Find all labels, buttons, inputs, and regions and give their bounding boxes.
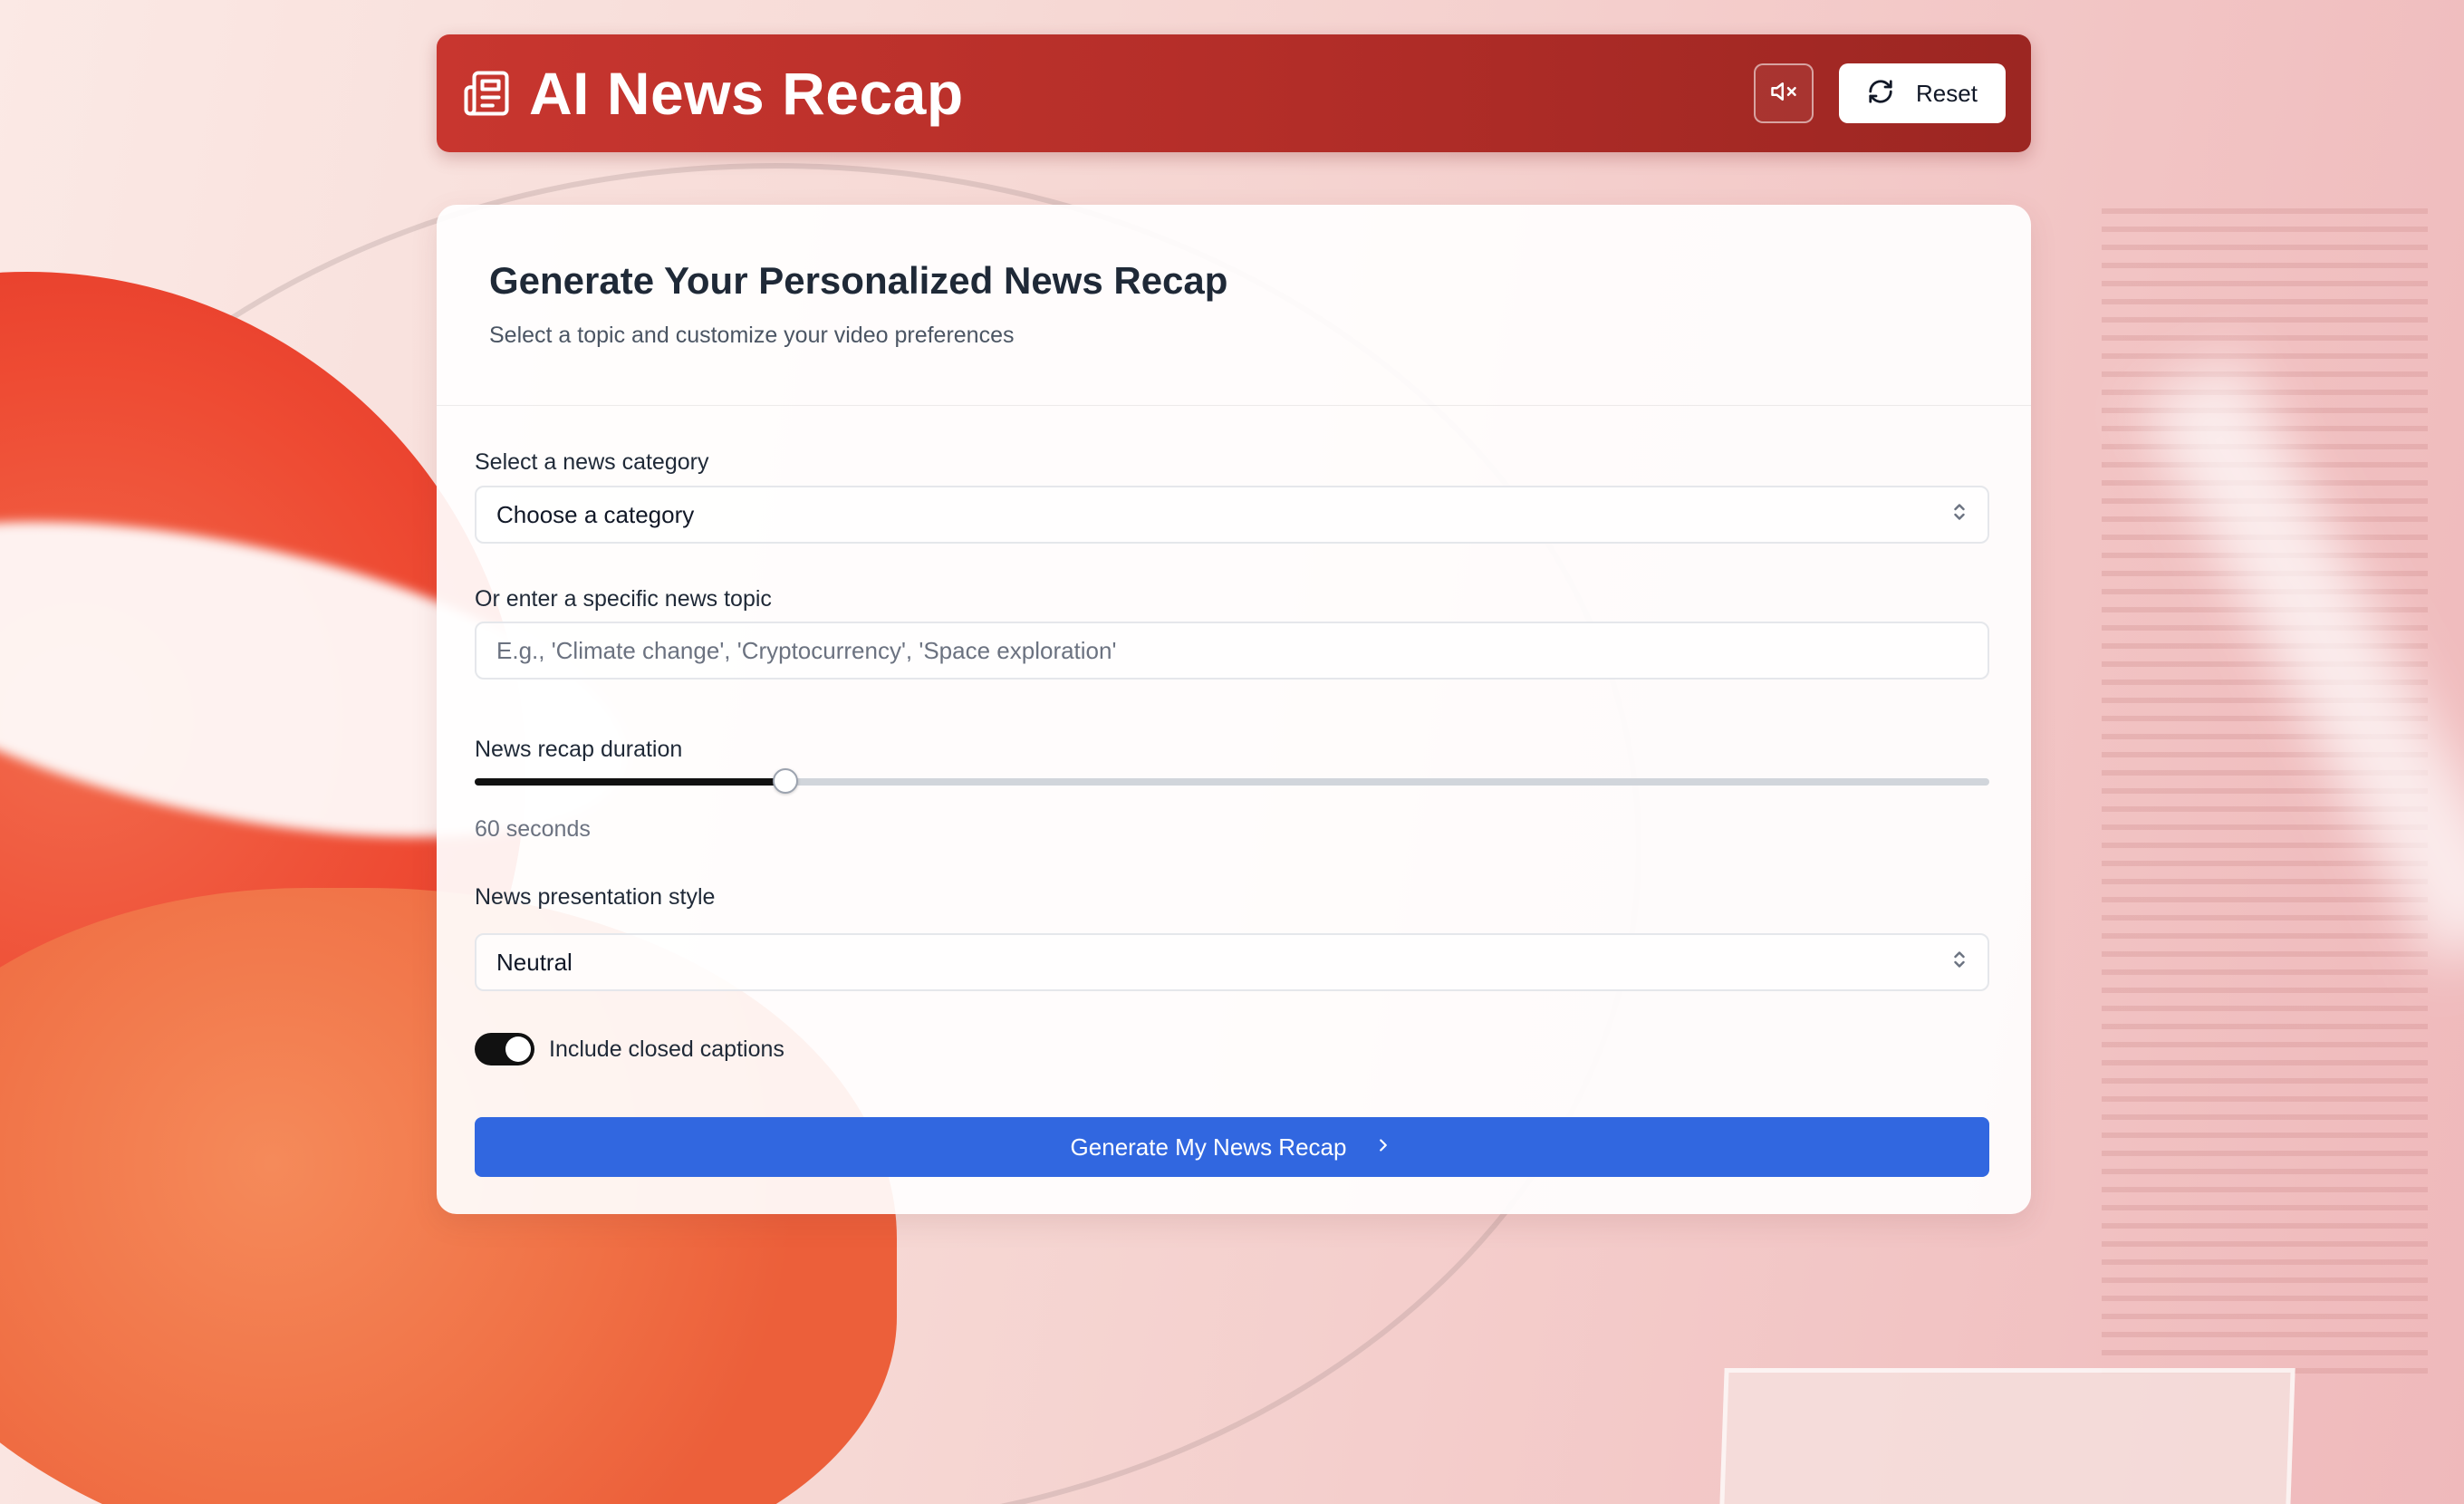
slider-thumb[interactable]	[772, 768, 798, 794]
card-title: Generate Your Personalized News Recap	[489, 259, 1228, 302]
card-subtitle: Select a topic and customize your video …	[489, 323, 1015, 348]
captions-row: Include closed captions	[475, 1033, 784, 1065]
chevron-right-icon	[1373, 1133, 1393, 1162]
chevron-up-down-icon	[1951, 501, 1968, 529]
style-label: News presentation style	[475, 884, 716, 910]
generate-recap-button[interactable]: Generate My News Recap	[475, 1117, 1989, 1177]
duration-label: News recap duration	[475, 737, 683, 762]
slider-fill	[475, 778, 785, 786]
captions-toggle[interactable]	[475, 1033, 534, 1065]
toggle-knob	[505, 1036, 531, 1062]
category-selected-value: Choose a category	[496, 500, 695, 528]
chevron-up-down-icon	[1951, 949, 1968, 977]
category-label: Select a news category	[475, 449, 709, 475]
mute-button[interactable]	[1754, 63, 1814, 123]
card-header: Generate Your Personalized News Recap Se…	[437, 205, 2031, 406]
background-screen	[1718, 1368, 2296, 1504]
style-select[interactable]: Neutral	[475, 933, 1989, 991]
reset-button[interactable]: Reset	[1839, 63, 2006, 123]
generate-button-label: Generate My News Recap	[1070, 1133, 1347, 1161]
reset-label: Reset	[1916, 79, 1978, 107]
refresh-icon	[1867, 78, 1894, 110]
duration-value: 60 seconds	[475, 816, 591, 842]
topic-label: Or enter a specific news topic	[475, 586, 772, 612]
captions-label: Include closed captions	[549, 1036, 784, 1062]
recap-form-card: Generate Your Personalized News Recap Se…	[437, 205, 2031, 1214]
app-title: AI News Recap	[529, 60, 964, 127]
volume-mute-icon	[1770, 78, 1797, 110]
newspaper-icon	[462, 69, 511, 118]
app-header: AI News Recap Reset	[437, 34, 2031, 152]
category-select[interactable]: Choose a category	[475, 486, 1989, 544]
duration-slider[interactable]	[475, 768, 1989, 795]
topic-input[interactable]	[475, 622, 1989, 680]
style-selected-value: Neutral	[496, 948, 573, 976]
